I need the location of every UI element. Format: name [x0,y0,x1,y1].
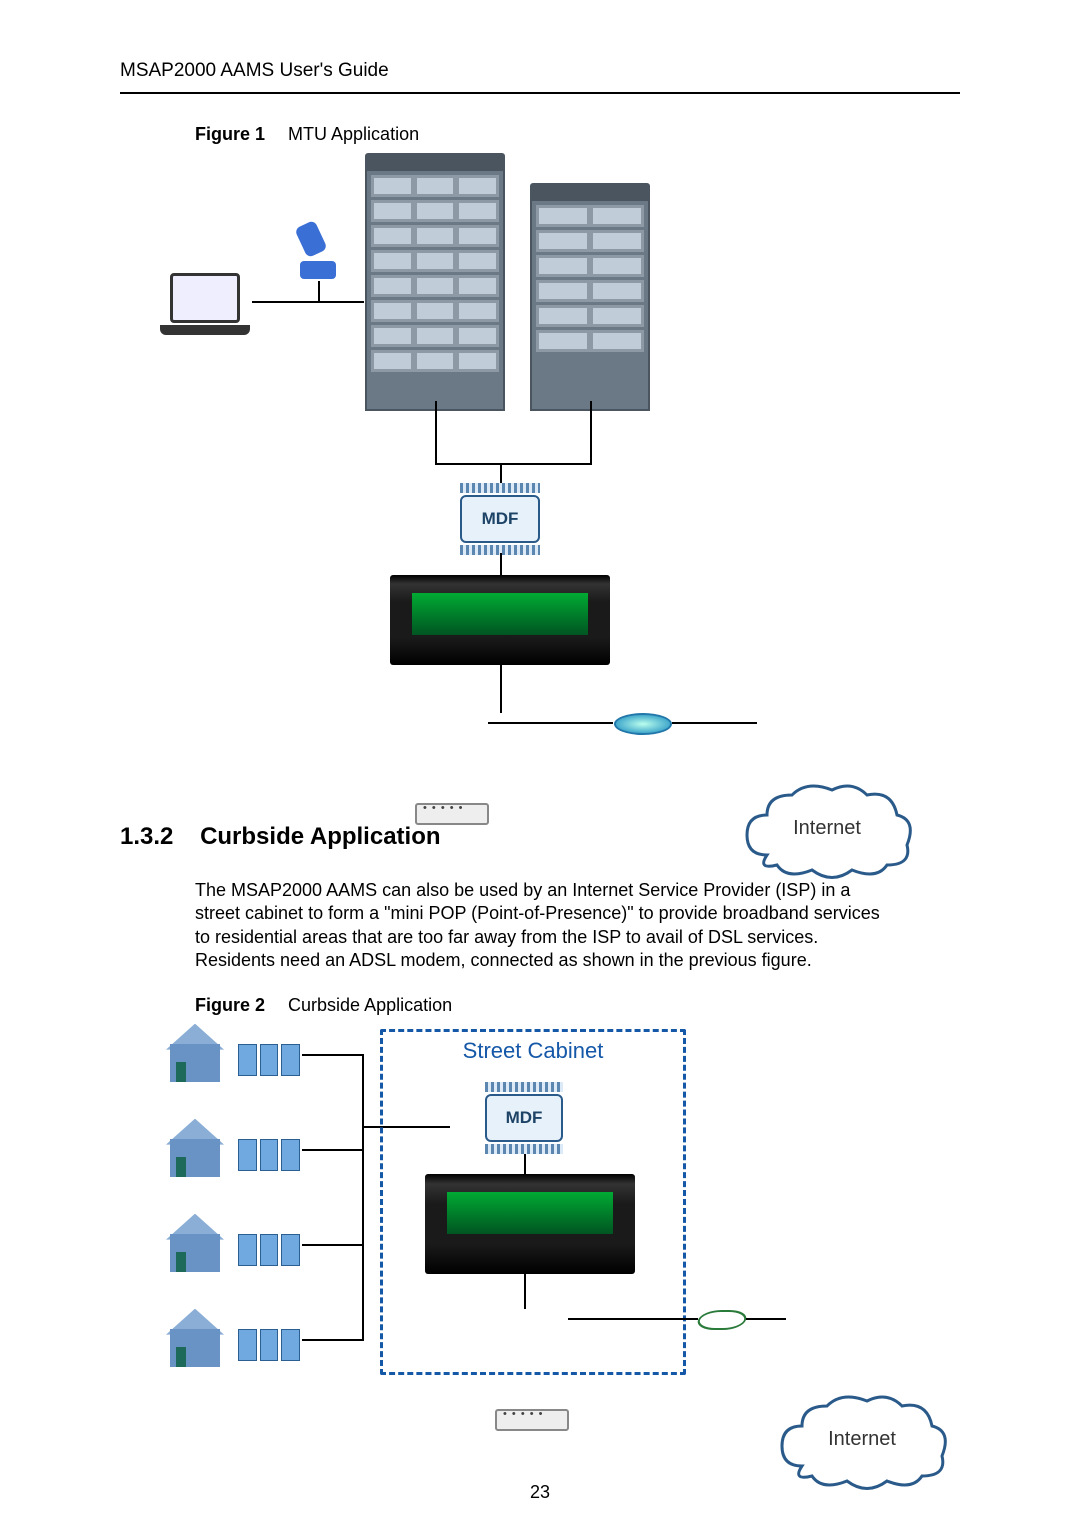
building-icon [530,183,650,411]
mdf-label: MDF [482,509,519,529]
house-row [160,1024,300,1082]
figure1-diagram: MDF Internet [160,153,960,773]
section-number: 1.3.2 [120,823,173,850]
figure1-title: MTU Application [288,124,419,144]
internet-cloud-icon: Internet [737,775,917,885]
internet-label: Internet [772,1428,952,1451]
figure1-label: Figure 1 [195,124,265,144]
windows-icon [238,1234,300,1266]
laptop-icon [160,273,250,333]
modem-icon [415,803,489,825]
figure2-diagram: Street Cabinet MDF Internet [160,1024,950,1444]
house-row [160,1119,300,1177]
house-row [160,1309,300,1367]
internet-cloud-icon: Internet [772,1386,952,1496]
house-icon [160,1309,230,1367]
mdf-icon: MDF [460,483,540,555]
internet-label: Internet [737,817,917,840]
section-title: Curbside Application [200,823,440,850]
house-icon [160,1024,230,1082]
equipment-rack-icon [390,575,610,665]
building-icon [365,153,505,411]
windows-icon [238,1139,300,1171]
house-icon [160,1214,230,1272]
network-disc-icon [614,713,672,735]
page-number: 23 [0,1482,1080,1503]
figure2-caption: Figure 2 Curbside Application [195,995,960,1016]
section-paragraph: The MSAP2000 AAMS can also be used by an… [195,879,885,973]
figure2-title: Curbside Application [288,995,452,1015]
mdf-icon: MDF [485,1082,563,1154]
house-row [160,1214,300,1272]
equipment-rack-icon [425,1174,635,1274]
network-link-icon [694,1310,749,1330]
modem-icon [495,1409,569,1431]
figure2-label: Figure 2 [195,995,265,1015]
document-page: MSAP2000 AAMS User's Guide Figure 1 MTU … [0,0,1080,1528]
house-icon [160,1119,230,1177]
header-text: MSAP2000 AAMS User's Guide [120,60,389,81]
windows-icon [238,1044,300,1076]
windows-icon [238,1329,300,1361]
telephone-icon [300,223,340,273]
figure1-caption: Figure 1 MTU Application [195,124,960,145]
page-header: MSAP2000 AAMS User's Guide [120,60,960,94]
street-cabinet-label: Street Cabinet [383,1038,683,1064]
mdf-label: MDF [506,1108,543,1128]
